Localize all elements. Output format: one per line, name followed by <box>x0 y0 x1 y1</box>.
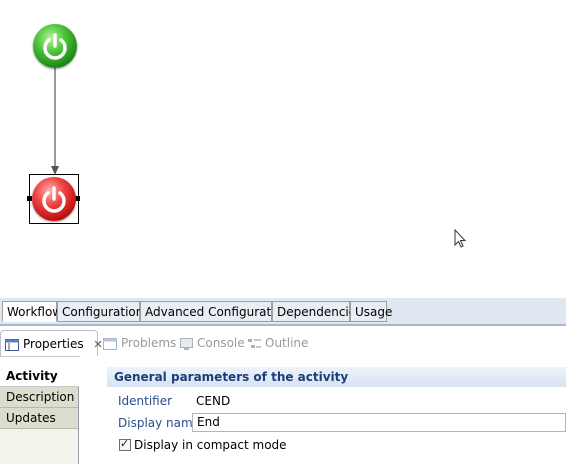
tab-console-label: Console <box>197 336 245 350</box>
side-tab-activity[interactable]: Activity <box>0 366 79 387</box>
tab-problems-label: Problems <box>121 336 177 350</box>
tab-properties[interactable]: Properties ✕ <box>0 330 103 356</box>
workflow-canvas[interactable] <box>0 0 566 298</box>
properties-side-tabs: Activity Description Updates <box>0 366 79 464</box>
compact-mode-label: Display in compact mode <box>134 438 287 452</box>
compact-mode-checkbox[interactable]: ✓ <box>119 437 131 451</box>
properties-content: General parameters of the activity Ident… <box>80 356 566 464</box>
outline-icon <box>248 338 261 348</box>
end-node[interactable] <box>32 177 76 221</box>
tab-workflow[interactable]: Workflow <box>2 301 62 322</box>
mouse-cursor-icon <box>454 228 467 248</box>
properties-icon <box>5 338 19 351</box>
side-tab-updates[interactable]: Updates <box>0 408 78 429</box>
power-icon <box>43 33 67 60</box>
tab-problems[interactable]: Problems <box>103 330 176 356</box>
tab-outline-label: Outline <box>265 336 309 350</box>
tab-outline[interactable]: Outline <box>248 330 308 356</box>
tab-configurations[interactable]: Configurations <box>57 301 150 322</box>
close-icon[interactable]: ✕ <box>93 338 102 351</box>
section-title: General parameters of the activity <box>107 367 566 387</box>
display-name-label: Display name <box>118 416 201 430</box>
tab-properties-label: Properties <box>23 337 84 351</box>
editor-tab-bar: Workflow Configurations Advanced Configu… <box>0 298 566 326</box>
tab-dependencies[interactable]: Dependencies <box>272 301 362 322</box>
tab-usage[interactable]: Usage <box>350 301 392 322</box>
problems-icon <box>103 337 117 350</box>
identifier-value: CEND <box>196 394 231 408</box>
side-tab-description[interactable]: Description <box>0 387 78 408</box>
power-icon <box>42 186 66 213</box>
console-icon <box>180 337 193 350</box>
identifier-label: Identifier <box>118 394 173 408</box>
display-name-input[interactable]: End <box>192 413 566 432</box>
start-node[interactable] <box>33 24 77 68</box>
tab-console[interactable]: Console <box>180 330 245 356</box>
tab-advanced-configuration[interactable]: Advanced Configuration <box>140 301 289 322</box>
connector-layer <box>51 68 467 248</box>
view-tab-bar: Properties ✕ Problems Console Outline <box>0 330 566 357</box>
check-icon: ✓ <box>120 437 130 450</box>
